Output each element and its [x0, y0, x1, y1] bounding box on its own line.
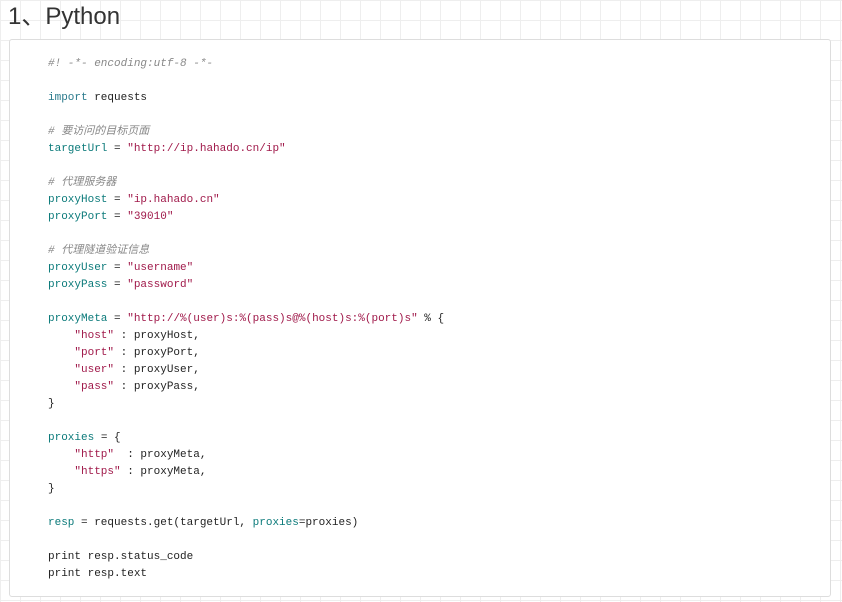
code-token: "password" — [127, 279, 194, 291]
code-line: import requests — [48, 90, 444, 107]
code-line: "host" : proxyHost, — [48, 328, 444, 345]
code-line: } — [48, 396, 444, 413]
code-line: "port" : proxyPort, — [48, 345, 444, 362]
code-token: = — [107, 279, 128, 291]
code-token: #! -*- encoding:utf-8 -*- — [48, 58, 214, 70]
code-token: "user" — [74, 364, 115, 376]
code-token: = — [107, 194, 128, 206]
code-token: = — [107, 313, 128, 325]
code-line: targetUrl = "http://ip.hahado.cn/ip" — [48, 141, 444, 158]
code-token: requests — [87, 92, 148, 104]
code-token: import — [48, 92, 88, 104]
code-token: "https" — [74, 466, 121, 478]
code-token: = — [107, 143, 128, 155]
code-line: proxyPass = "password" — [48, 277, 444, 294]
code-line: proxyMeta = "http://%(user)s:%(pass)s@%(… — [48, 311, 444, 328]
code-block: #! -*- encoding:utf-8 -*- import request… — [9, 39, 831, 597]
code-line: proxyHost = "ip.hahado.cn" — [48, 192, 444, 209]
code-token: : proxyMeta, — [120, 466, 207, 478]
code-content: #! -*- encoding:utf-8 -*- import request… — [48, 56, 444, 583]
code-token: proxyPort — [48, 211, 108, 223]
code-token: } — [48, 483, 55, 495]
code-line: proxies = { — [48, 430, 444, 447]
code-token: = { — [94, 432, 121, 444]
code-line: "http" : proxyMeta, — [48, 447, 444, 464]
code-line: resp = requests.get(targetUrl, proxies=p… — [48, 515, 444, 532]
code-token: proxyMeta — [48, 313, 108, 325]
code-line: print resp.text — [48, 566, 444, 583]
code-token: "http://%(user)s:%(pass)s@%(host)s:%(por… — [127, 313, 418, 325]
section-heading: 1、Python — [8, 3, 121, 30]
code-token: : proxyUser, — [114, 364, 200, 376]
code-token: = requests.get(targetUrl, — [74, 517, 253, 529]
code-token: "http" — [74, 449, 115, 461]
code-token: = — [107, 262, 128, 274]
code-token: targetUrl — [48, 143, 108, 155]
code-line: proxyPort = "39010" — [48, 209, 444, 226]
code-line: # 代理服务器 — [48, 175, 444, 192]
code-token: print resp.text — [48, 568, 148, 580]
code-line: "pass" : proxyPass, — [48, 379, 444, 396]
code-token: proxyPass — [48, 279, 108, 291]
code-token: "port" — [74, 347, 115, 359]
code-line: # 要访问的目标页面 — [48, 124, 444, 141]
code-token: proxyHost — [48, 194, 108, 206]
code-line: proxyUser = "username" — [48, 260, 444, 277]
code-line: print resp.status_code — [48, 549, 444, 566]
code-token: "39010" — [127, 211, 174, 223]
code-line: "https" : proxyMeta, — [48, 464, 444, 481]
code-token: "pass" — [74, 381, 115, 393]
code-token: "http://ip.hahado.cn/ip" — [127, 143, 286, 155]
code-token: : proxyMeta, — [114, 449, 207, 461]
code-token: =proxies) — [298, 517, 359, 529]
code-token: proxies — [252, 517, 299, 529]
code-line: } — [48, 481, 444, 498]
code-token: : proxyPort, — [114, 347, 200, 359]
code-token: : proxyHost, — [114, 330, 200, 342]
code-line: "user" : proxyUser, — [48, 362, 444, 379]
code-token: % { — [417, 313, 445, 325]
code-token: proxyUser — [48, 262, 108, 274]
code-token: proxies — [48, 432, 95, 444]
code-token: "host" — [74, 330, 115, 342]
code-token: resp — [48, 517, 75, 529]
code-token: "username" — [127, 262, 194, 274]
code-token: # 要访问的目标页面 — [48, 126, 150, 138]
code-token: = — [107, 211, 128, 223]
code-token: print resp.status_code — [48, 551, 194, 563]
code-token: : proxyPass, — [114, 381, 200, 393]
code-line: #! -*- encoding:utf-8 -*- — [48, 56, 444, 73]
code-token: # 代理隧道验证信息 — [48, 245, 150, 257]
code-token: } — [48, 398, 55, 410]
code-token: # 代理服务器 — [48, 177, 117, 189]
code-token: "ip.hahado.cn" — [127, 194, 220, 206]
code-line: # 代理隧道验证信息 — [48, 243, 444, 260]
